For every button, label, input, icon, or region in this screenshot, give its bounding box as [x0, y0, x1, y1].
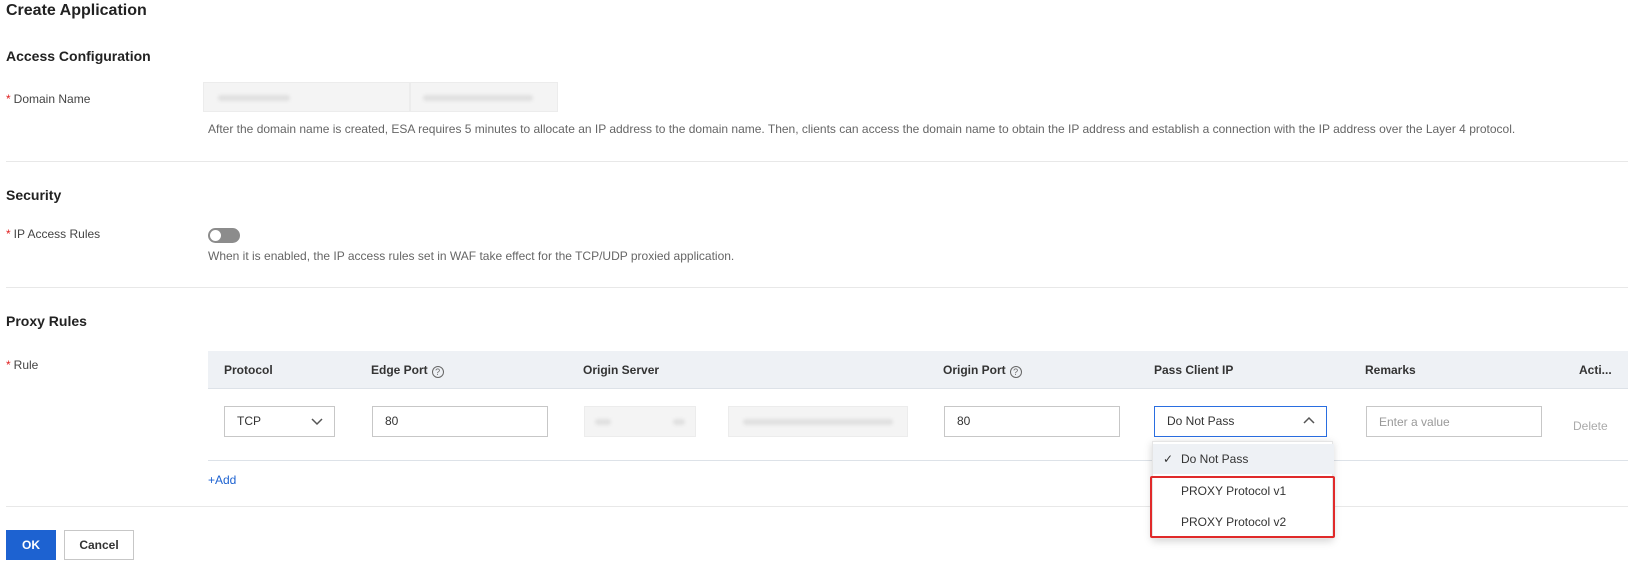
cancel-button[interactable]: Cancel [64, 530, 134, 560]
column-origin-server: Origin Server [583, 363, 660, 377]
option-proxy-protocol-v1[interactable]: PROXY Protocol v1 [1153, 476, 1334, 506]
question-icon[interactable]: ? [431, 366, 444, 378]
pass-client-ip-select[interactable]: Do Not Pass [1154, 406, 1327, 437]
column-protocol: Protocol [224, 363, 273, 377]
remarks-input[interactable] [1366, 406, 1542, 437]
question-icon[interactable]: ? [1009, 366, 1022, 378]
security-title: Security [6, 187, 62, 203]
domain-help-text: After the domain name is created, ESA re… [208, 122, 1516, 136]
pass-client-ip-value: Do Not Pass [1167, 414, 1235, 428]
check-icon: ✓ [1163, 452, 1174, 466]
protocol-select[interactable]: TCP [224, 406, 335, 437]
domain-name-label-text: Domain Name [13, 92, 91, 106]
option-label: Do Not Pass [1181, 452, 1249, 466]
domain-name-label: * Domain Name [6, 92, 90, 106]
origin-type-select[interactable] [584, 406, 696, 437]
divider [6, 161, 1628, 162]
required-mark: * [6, 227, 11, 241]
column-remarks: Remarks [1365, 363, 1416, 377]
divider [6, 287, 1628, 288]
page-title: Create Application [6, 2, 147, 19]
origin-address-input[interactable] [728, 406, 908, 437]
delete-link[interactable]: Delete [1573, 419, 1608, 433]
edge-port-input[interactable]: 80 [372, 406, 548, 437]
option-label: PROXY Protocol v2 [1181, 515, 1287, 529]
domain-suffix-select[interactable] [410, 82, 558, 112]
rule-label: * Rule [6, 358, 38, 372]
proxy-rules-title: Proxy Rules [6, 313, 87, 329]
edge-port-value: 80 [385, 414, 399, 428]
origin-port-input[interactable]: 80 [944, 406, 1120, 437]
access-config-title: Access Configuration [6, 48, 151, 64]
column-origin-port-label: Origin Port [943, 363, 1006, 377]
column-edge-port: Edge Port? [371, 363, 444, 378]
ip-access-rules-toggle[interactable] [208, 228, 240, 243]
rule-label-text: Rule [13, 358, 39, 372]
column-pass-client-ip: Pass Client IP [1154, 363, 1234, 377]
required-mark: * [6, 358, 11, 372]
option-label: PROXY Protocol v1 [1181, 484, 1287, 498]
ip-access-rules-label-text: IP Access Rules [13, 227, 101, 241]
column-actions: Acti... [1579, 363, 1612, 377]
toggle-knob [210, 230, 221, 241]
domain-prefix-input[interactable] [203, 82, 410, 112]
option-do-not-pass[interactable]: ✓ Do Not Pass [1153, 444, 1334, 474]
column-edge-port-label: Edge Port [371, 363, 428, 377]
column-origin-port: Origin Port? [943, 363, 1022, 378]
ip-access-rules-help-text: When it is enabled, the IP access rules … [208, 249, 735, 263]
origin-port-value: 80 [957, 414, 971, 428]
chevron-up-icon [1303, 416, 1315, 424]
divider [6, 506, 1628, 507]
add-rule-link[interactable]: +Add [208, 473, 236, 487]
ip-access-rules-label: * IP Access Rules [6, 227, 100, 241]
ok-button[interactable]: OK [6, 530, 56, 560]
option-proxy-protocol-v2[interactable]: PROXY Protocol v2 [1153, 507, 1334, 537]
row-divider [208, 460, 1628, 461]
chevron-down-icon [311, 418, 323, 426]
proxy-rules-table-header: Protocol Edge Port? Origin Server Origin… [208, 351, 1628, 389]
required-mark: * [6, 92, 11, 106]
protocol-select-value: TCP [237, 414, 261, 428]
pass-client-ip-dropdown: ✓ Do Not Pass PROXY Protocol v1 PROXY Pr… [1152, 441, 1334, 539]
